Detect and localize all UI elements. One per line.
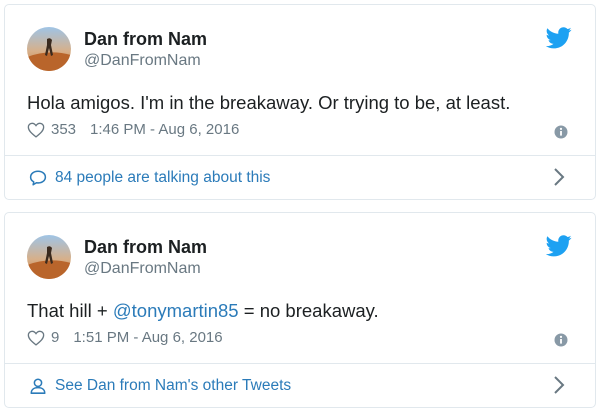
tweet-text-part: = no breakaway. [238,300,379,321]
info-icon[interactable] [554,125,568,139]
heart-icon[interactable] [27,122,45,138]
like-count[interactable]: 353 [51,121,76,138]
timestamp[interactable]: 1:51 PM - Aug 6, 2016 [73,329,222,346]
tweet-meta: 353 1:46 PM - Aug 6, 2016 [27,121,239,138]
author-handle[interactable]: @DanFromNam [84,260,201,278]
twitter-bird-icon[interactable] [546,27,572,49]
like-count[interactable]: 9 [51,329,59,346]
tweet-card[interactable]: Dan from Nam @DanFromNam Hola amigos. I'… [4,4,596,200]
other-tweets-link[interactable]: See Dan from Nam's other Tweets [5,364,595,408]
timestamp[interactable]: 1:46 PM - Aug 6, 2016 [90,121,239,138]
avatar[interactable] [27,235,71,279]
chevron-right-icon[interactable] [553,375,565,395]
chevron-right-icon[interactable] [553,167,565,187]
tweet-card[interactable]: Dan from Nam @DanFromNam That hill + @to… [4,212,596,408]
info-icon[interactable] [554,333,568,347]
tweet-text-part: That hill + [27,300,113,321]
conversation-link[interactable]: 84 people are talking about this [5,156,595,200]
mention-link[interactable]: @tonymartin85 [113,300,239,321]
person-icon [30,378,46,394]
conversation-link-label[interactable]: 84 people are talking about this [55,169,270,187]
author-name[interactable]: Dan from Nam [84,237,207,258]
heart-icon[interactable] [27,330,45,346]
comment-icon [29,170,47,186]
author-handle[interactable]: @DanFromNam [84,52,201,70]
other-tweets-label[interactable]: See Dan from Nam's other Tweets [55,377,291,395]
tweet-text-part: Hola amigos. I'm in the breakaway. Or tr… [27,92,511,113]
tweet-text: Hola amigos. I'm in the breakaway. Or tr… [27,91,510,115]
tweet-text: That hill + @tonymartin85 = no breakaway… [27,299,379,323]
avatar[interactable] [27,27,71,71]
tweet-meta: 9 1:51 PM - Aug 6, 2016 [27,329,223,346]
author-name[interactable]: Dan from Nam [84,29,207,50]
twitter-bird-icon[interactable] [546,235,572,257]
